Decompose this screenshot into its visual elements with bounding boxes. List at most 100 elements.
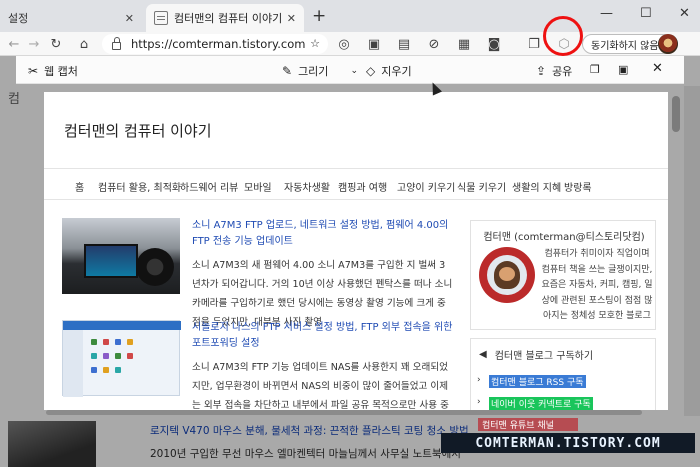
refresh-icon[interactable]: ↻ (48, 35, 64, 53)
browser-toolbar: ← → ↻ ⌂ https://comterman.tistory.com ☆ … (0, 32, 700, 56)
close-icon[interactable]: ✕ (125, 12, 134, 25)
ext-box-icon[interactable]: ▦ (456, 35, 472, 53)
app-icon (91, 367, 97, 373)
favorite-add-icon[interactable]: ☆ (310, 37, 320, 50)
background-heading: 컴 (8, 92, 20, 107)
close-icon[interactable]: ✕ (652, 61, 663, 76)
tab-bar: 설정 ✕ 컴터맨의 컴퓨터 이야기 ✕ + — ☐ ✕ (0, 0, 700, 32)
highlight-ring (543, 16, 583, 56)
camera-icon[interactable]: ◙ (486, 35, 502, 53)
profile-sync-button[interactable]: 동기화하지 않음 (582, 34, 678, 54)
nav-item[interactable]: 방랑록 (564, 179, 592, 194)
avatar (658, 34, 678, 54)
share-button[interactable]: ⇪ 공유 (536, 63, 572, 79)
list-item: 소니 A7M3 FTP 업로드, 네트워크 설정 방법, 펌웨어 4.00의 F… (62, 218, 454, 328)
copy-icon[interactable]: ❐ (590, 63, 600, 76)
app-icon (91, 353, 97, 359)
forward-icon[interactable]: → (26, 35, 42, 53)
maximize-icon[interactable]: ☐ (640, 6, 652, 21)
profile-widget: 컴터맨 (comterman@티스토리닷컴) 컴퓨터가 취미이자 직업이며 컴퓨… (470, 220, 656, 330)
post-title[interactable]: 소니 A7M3 FTP 업로드, 네트워크 설정 방법, 펌웨어 4.00의 F… (192, 218, 454, 250)
nav-item[interactable]: 자동차생활 (284, 179, 330, 194)
naver-subscribe-link[interactable]: › 네이버 이웃 커넥트로 구독 (477, 397, 593, 410)
eraser-icon: ◇ (366, 64, 376, 78)
post-thumbnail[interactable] (62, 320, 181, 397)
arrow-right-icon: › (477, 375, 481, 385)
background-post-title: 로지텍 V470 마우스 분해, 물세척 과정: 끈적한 플라스틱 코팅 청소 … (150, 425, 469, 437)
new-tab-button[interactable]: + (312, 6, 326, 26)
vertical-scrollbar[interactable] (672, 96, 680, 132)
app-icon (103, 367, 109, 373)
window-titlebar (63, 321, 181, 330)
pen-icon: ✎ (282, 64, 293, 78)
tab-settings[interactable]: 설정 ✕ (0, 4, 142, 32)
profile-name: 컴터맨 (comterman@티스토리닷컴) (483, 232, 645, 243)
nav-item[interactable]: 캠핑과 여행 (338, 179, 387, 194)
tab-blog[interactable]: 컴터맨의 컴퓨터 이야기 ✕ (146, 4, 304, 32)
close-window-icon[interactable]: ✕ (679, 6, 690, 21)
capture-title: ✂ 웹 캡처 (28, 64, 78, 78)
post-title[interactable]: 시놀로지 나스의 FTP 서비스 설정 방법, FTP 외부 접속을 위한 포트… (192, 320, 454, 352)
address-bar[interactable]: https://comterman.tistory.com ☆ (102, 34, 328, 54)
save-icon[interactable]: ▣ (618, 63, 628, 76)
background-post-text: 2010년 구입한 무선 마우스 엘마켄텍터 마늘님께서 사무실 노트북에서 (150, 448, 461, 460)
address-text: https://comterman.tistory.com (131, 37, 306, 51)
nav-item[interactable]: 고양이 키우기 (397, 179, 455, 194)
extension-icon[interactable]: ▣ (366, 35, 382, 53)
app-icon (91, 339, 97, 345)
megaphone-icon: ◀ (479, 349, 487, 360)
list-item: 시놀로지 나스의 FTP 서비스 설정 방법, FTP 외부 접속을 위한 포트… (62, 320, 454, 410)
nav-item[interactable]: 홈 (75, 179, 84, 194)
app-icon (115, 339, 121, 345)
close-icon[interactable]: ✕ (287, 12, 296, 25)
nav-item[interactable]: 모바일 (244, 179, 272, 194)
app-icon (115, 367, 121, 373)
tab-label: 설정 (8, 12, 29, 25)
nav-item[interactable]: 하드웨어 리뷰 (180, 179, 238, 194)
category-nav: 홈 컴퓨터 활용, 최적화 하드웨어 리뷰 모바일 자동차생활 캠핑과 여행 고… (44, 168, 668, 200)
page-icon (154, 11, 168, 25)
reading-icon[interactable]: ▤ (396, 35, 412, 53)
web-capture-bar: ✂ 웹 캡처 ✎ 그리기 ⌄ ◇ 지우기 ⇪ 공유 ❐ ▣ ✕ (16, 56, 684, 84)
draw-button[interactable]: ✎ 그리기 ⌄ (282, 63, 358, 79)
subscribe-widget: ◀ 컴터맨 블로그 구독하기 › 컴터맨 블로그 RSS 구독 › 네이버 이웃… (470, 338, 656, 410)
erase-button[interactable]: ◇ 지우기 (366, 63, 412, 79)
share-icon: ⇪ (536, 64, 547, 78)
post-excerpt: 소니 A7M3의 FTP 기능 업데이트 NAS를 사용한지 꽤 오래되었지만,… (192, 362, 449, 410)
youtube-badge: 컴터맨 유튜브 채널 (478, 418, 578, 431)
home-icon[interactable]: ⌂ (76, 35, 92, 53)
camera-lens (136, 248, 174, 286)
profile-image (479, 247, 535, 303)
subscribe-title: ◀ 컴터맨 블로그 구독하기 (479, 349, 594, 362)
sync-label: 동기화하지 않음 (591, 40, 659, 52)
blog-title: 컴터맨의 컴퓨터 이야기 (64, 122, 212, 140)
back-icon[interactable]: ← (6, 35, 22, 53)
window-sidebar (63, 330, 83, 397)
lock-icon (112, 37, 121, 50)
horizontal-scrollbar[interactable] (46, 410, 642, 415)
watermark: COMTERMAN.TISTORY.COM (441, 433, 695, 453)
app-icon (103, 339, 109, 345)
app-icon (115, 353, 121, 359)
app-icon (127, 353, 133, 359)
camera-screen (84, 244, 138, 278)
nav-item[interactable]: 생활의 지혜 (512, 179, 561, 194)
rss-subscribe-link[interactable]: › 컴터맨 블로그 RSS 구독 (477, 375, 586, 388)
post-thumbnail[interactable] (62, 218, 180, 294)
nav-item[interactable]: 식물 키우기 (457, 179, 506, 194)
captured-page: 컴터맨의 컴퓨터 이야기 홈 컴퓨터 활용, 최적화 하드웨어 리뷰 모바일 자… (44, 92, 668, 410)
app-icon (127, 339, 133, 345)
profile-description: 컴퓨터가 취미이자 직업이며 컴퓨터 책을 쓰는 글쟁이지만, 요즘은 자동차,… (541, 249, 653, 321)
nav-item[interactable]: 컴퓨터 활용, 최적화 (98, 179, 181, 194)
capture-icon: ✂ (28, 64, 39, 78)
arrow-right-icon: › (477, 397, 481, 407)
app-icon (103, 353, 109, 359)
background-thumbnail (8, 421, 96, 467)
minimize-icon[interactable]: — (600, 6, 613, 21)
tab-label: 컴터맨의 컴퓨터 이야기 (174, 12, 283, 25)
chevron-down-icon[interactable]: ⌄ (350, 66, 358, 76)
background-scroll-area (684, 86, 700, 416)
collections-icon[interactable]: ❐ (526, 35, 542, 53)
globe-icon[interactable]: ◎ (336, 35, 352, 53)
block-icon[interactable]: ⊘ (426, 35, 442, 53)
